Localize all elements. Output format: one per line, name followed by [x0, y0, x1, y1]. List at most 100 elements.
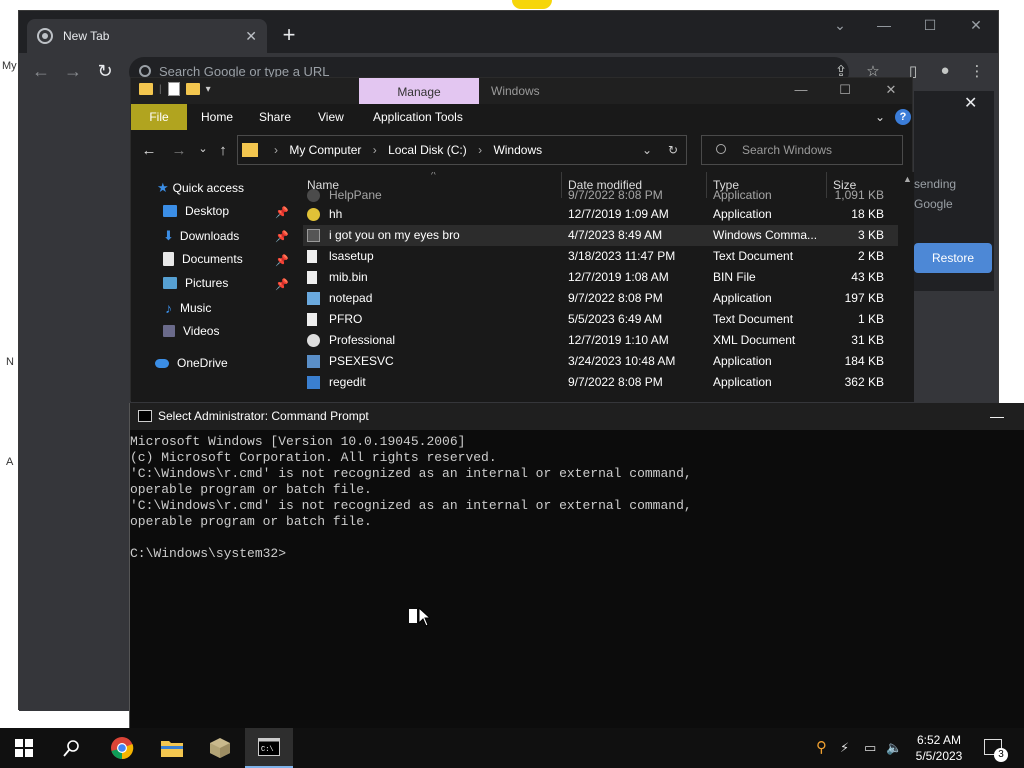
maximize-button[interactable]: ☐ — [825, 82, 865, 98]
file-row[interactable]: Professional 12/7/2019 1:10 AM XML Docum… — [303, 330, 898, 351]
file-type: Text Document — [713, 249, 794, 263]
cmd-output[interactable]: Microsoft Windows [Version 10.0.19045.20… — [130, 434, 1024, 562]
breadcrumb-windows[interactable]: Windows — [493, 143, 542, 157]
nav-item-desktop[interactable]: Desktop — [163, 204, 229, 218]
file-name: lsasetup — [329, 249, 374, 263]
nav-item-downloads[interactable]: ⬇ Downloads — [163, 228, 239, 244]
chrome-tab-new-tab[interactable]: New Tab ✕ — [27, 19, 267, 53]
minimize-button[interactable]: — — [861, 17, 907, 33]
chrome-icon — [111, 737, 134, 760]
chrome-tab-bar: New Tab ✕ + ⌄ — ☐ ✕ — [19, 11, 998, 53]
tab-search-icon[interactable]: ⌄ — [817, 17, 863, 34]
forward-icon[interactable]: → — [61, 61, 85, 82]
popup-close-icon[interactable]: ✕ — [964, 93, 977, 113]
ribbon-tab-application-tools[interactable]: Application Tools — [373, 110, 463, 124]
close-button[interactable]: ✕ — [871, 82, 911, 98]
minimize-button[interactable]: — — [990, 403, 1004, 430]
start-button[interactable] — [0, 728, 48, 768]
nav-item-documents[interactable]: Documents — [163, 252, 243, 266]
package-icon — [210, 738, 230, 758]
ribbon-tab-file[interactable]: File — [131, 104, 187, 130]
nav-item-music[interactable]: ♪ Music — [165, 300, 211, 316]
taskbar-chrome[interactable] — [98, 728, 146, 768]
cmd-icon: C:\ — [258, 738, 280, 756]
volume-icon[interactable]: 🔈 — [886, 740, 902, 756]
pin-icon[interactable]: 📌 — [275, 230, 289, 243]
tray-app-icon[interactable]: ⚲ — [816, 738, 827, 756]
pin-icon[interactable]: 📌 — [275, 278, 289, 291]
address-dropdown-icon[interactable]: ⌄ — [642, 136, 652, 164]
manage-context-tab[interactable]: Manage — [359, 78, 479, 104]
back-icon[interactable]: ← — [29, 61, 53, 82]
file-row[interactable]: HelpPane 9/7/2022 8:08 PM Application 1,… — [303, 185, 898, 206]
taskbar-package-app[interactable] — [196, 728, 244, 768]
close-tab-icon[interactable]: ✕ — [245, 28, 257, 45]
desktop-wallpaper-fragment — [512, 0, 552, 9]
desktop-icon-label[interactable]: N — [6, 356, 14, 368]
nav-item-quick-access[interactable]: ★ Quick access — [157, 180, 244, 196]
taskbar-file-explorer[interactable] — [148, 728, 196, 768]
explorer-title-bar: | ▾ Manage Windows — ☐ ✕ — [131, 78, 912, 104]
breadcrumb-separator: › — [478, 143, 483, 157]
file-row[interactable]: mib.bin 12/7/2019 1:08 AM BIN File 43 KB — [303, 267, 898, 288]
file-name: PSEXESVC — [329, 354, 394, 368]
minimize-button[interactable]: — — [781, 82, 821, 97]
search-input[interactable]: Search Windows — [701, 135, 903, 165]
windows-logo-icon — [15, 739, 33, 757]
file-date: 3/18/2023 11:47 PM — [568, 249, 676, 263]
pictures-icon — [163, 277, 177, 289]
pin-icon[interactable]: 📌 — [275, 206, 289, 219]
nav-item-videos[interactable]: Videos — [163, 324, 219, 338]
notepad-icon — [307, 292, 320, 305]
nav-item-onedrive[interactable]: OneDrive — [155, 356, 228, 370]
system-clock[interactable]: 6:52 AM 5/5/2023 — [908, 732, 970, 764]
restore-button[interactable]: Restore — [914, 243, 992, 273]
file-row[interactable]: PFRO 5/5/2023 6:49 AM Text Document 1 KB — [303, 309, 898, 330]
back-icon[interactable]: ← — [139, 142, 159, 159]
file-row[interactable]: regedit 9/7/2022 8:08 PM Application 362… — [303, 372, 898, 393]
refresh-icon[interactable]: ↻ — [668, 136, 678, 164]
new-tab-button[interactable]: + — [277, 23, 301, 47]
ribbon-tab-home[interactable]: Home — [201, 110, 233, 124]
taskbar-command-prompt[interactable]: C:\ — [245, 728, 293, 768]
breadcrumb-my-computer[interactable]: My Computer — [289, 143, 361, 157]
up-icon[interactable]: ↑ — [213, 142, 233, 159]
scroll-up-icon[interactable]: ▲ — [903, 174, 912, 184]
file-row[interactable]: hh 12/7/2019 1:09 AM Application 18 KB — [303, 204, 898, 225]
ribbon-tab-share[interactable]: Share — [259, 110, 291, 124]
file-row[interactable]: PSEXESVC 3/24/2023 10:48 AM Application … — [303, 351, 898, 372]
desktop-icon-label[interactable]: My — [2, 60, 17, 72]
file-row[interactable]: notepad 9/7/2022 8:08 PM Application 197… — [303, 288, 898, 309]
cmd-title-bar: Select Administrator: Command Prompt — — [130, 403, 1024, 430]
maximize-button[interactable]: ☐ — [907, 17, 953, 34]
search-button[interactable] — [48, 728, 96, 768]
expand-ribbon-icon[interactable]: ⌄ — [875, 110, 885, 124]
desktop-icon-label[interactable]: A — [6, 456, 13, 468]
close-button[interactable]: ✕ — [953, 17, 999, 34]
nav-item-pictures[interactable]: Pictures — [163, 276, 228, 290]
command-prompt-window[interactable]: Select Administrator: Command Prompt — M… — [129, 403, 1024, 728]
file-type: Application — [713, 207, 772, 221]
forward-icon[interactable]: → — [169, 142, 189, 159]
network-icon[interactable]: ▭ — [864, 740, 876, 756]
vertical-scrollbar[interactable]: ▲ — [903, 172, 913, 402]
pin-icon[interactable]: 📌 — [275, 254, 289, 267]
network-off-icon[interactable]: ⚡ — [840, 740, 849, 756]
ribbon-tab-view[interactable]: View — [318, 110, 344, 124]
nav-item-label: Documents — [182, 252, 243, 266]
file-row-selected[interactable]: i got you on my eyes bro 4/7/2023 8:49 A… — [303, 225, 898, 246]
folder-icon — [242, 143, 258, 157]
breadcrumb-local-disk[interactable]: Local Disk (C:) — [388, 143, 467, 157]
reload-icon[interactable]: ↻ — [93, 61, 117, 82]
customize-qat-icon[interactable]: ▾ — [206, 84, 211, 95]
file-size: 1 KB — [857, 312, 884, 326]
recent-locations-icon[interactable]: ⌄ — [193, 142, 213, 155]
properties-icon[interactable] — [167, 82, 180, 96]
menu-kebab-icon[interactable]: ⋮ — [967, 62, 987, 80]
application-icon — [307, 189, 320, 202]
address-bar[interactable]: › My Computer › Local Disk (C:) › Window… — [237, 135, 687, 165]
help-icon[interactable]: ? — [895, 109, 911, 125]
profile-icon[interactable]: ● — [935, 62, 955, 79]
new-folder-icon[interactable] — [185, 83, 200, 95]
file-row[interactable]: lsasetup 3/18/2023 11:47 PM Text Documen… — [303, 246, 898, 267]
